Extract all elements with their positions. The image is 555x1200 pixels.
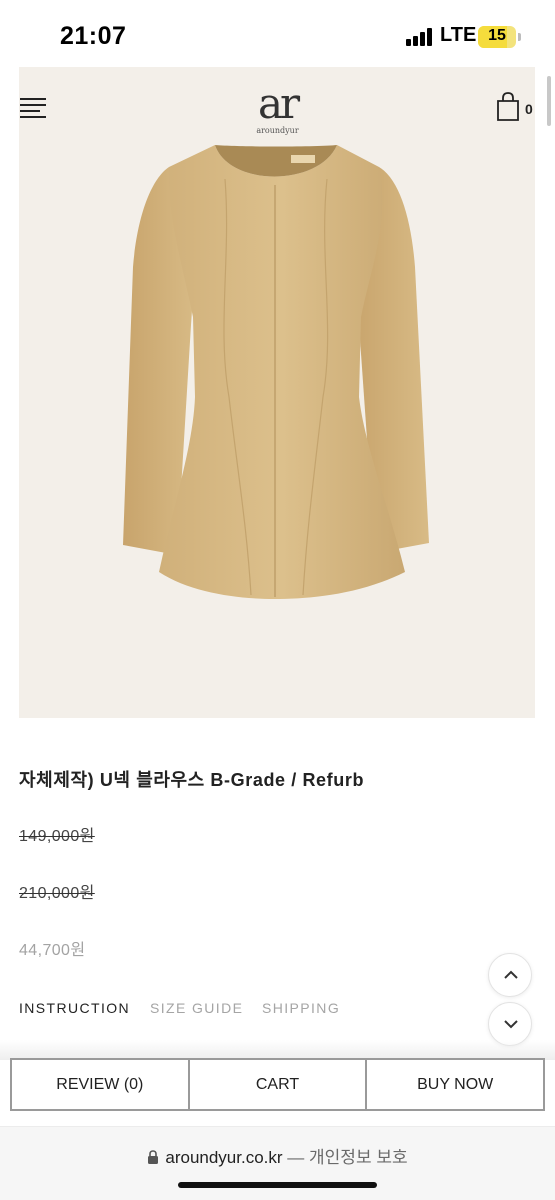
lock-icon xyxy=(148,1150,159,1164)
chevron-down-icon xyxy=(504,1020,518,1029)
tab-shipping[interactable]: SHIPPING xyxy=(262,1000,340,1016)
tab-instruction[interactable]: INSTRUCTION xyxy=(19,1000,130,1016)
buy-now-button[interactable]: BUY NOW xyxy=(365,1060,543,1109)
cart-count: 0 xyxy=(525,101,533,117)
browser-address-bar[interactable]: aroundyur.co.kr — 개인정보 보호 xyxy=(0,1126,555,1200)
purchase-action-bar: REVIEW (0) CART BUY NOW xyxy=(10,1058,545,1111)
battery-cap xyxy=(518,33,521,41)
url-text: aroundyur.co.kr xyxy=(165,1148,283,1167)
original-price: 149,000원 xyxy=(19,828,95,845)
cart-button[interactable]: CART xyxy=(187,1060,366,1109)
product-image[interactable] xyxy=(19,67,535,718)
menu-button[interactable] xyxy=(20,98,48,118)
page-scrollbar[interactable] xyxy=(547,76,551,126)
review-button[interactable]: REVIEW (0) xyxy=(12,1060,188,1109)
status-bar: 21:07 LTE 15 xyxy=(0,0,555,70)
product-title: 자체제작) U넥 블라우스 B-Grade / Refurb xyxy=(19,770,365,790)
battery-level: 15 xyxy=(488,27,506,44)
privacy-label: 개인정보 보호 xyxy=(309,1148,408,1167)
sale-price: 44,700원 xyxy=(19,942,86,959)
scroll-up-button[interactable] xyxy=(488,953,532,997)
logo-mark: ar xyxy=(257,79,300,128)
status-time: 21:07 xyxy=(60,22,127,50)
home-indicator[interactable] xyxy=(178,1182,377,1188)
action-bar-shadow xyxy=(0,1040,555,1060)
network-type: LTE xyxy=(440,24,477,46)
tab-size-guide[interactable]: SIZE GUIDE xyxy=(150,1000,243,1016)
url-separator: — xyxy=(287,1148,305,1167)
battery-icon: 15 xyxy=(478,26,516,48)
blouse-illustration xyxy=(123,145,429,599)
logo-text: aroundyur xyxy=(256,126,299,135)
url-row[interactable]: aroundyur.co.kr — 개인정보 보호 xyxy=(0,1143,555,1168)
list-price: 210,000원 xyxy=(19,885,95,902)
brand-logo[interactable]: ar aroundyur xyxy=(240,79,315,136)
chevron-up-icon xyxy=(504,970,518,979)
signal-icon xyxy=(406,28,436,46)
shopping-bag-icon[interactable] xyxy=(496,92,520,122)
